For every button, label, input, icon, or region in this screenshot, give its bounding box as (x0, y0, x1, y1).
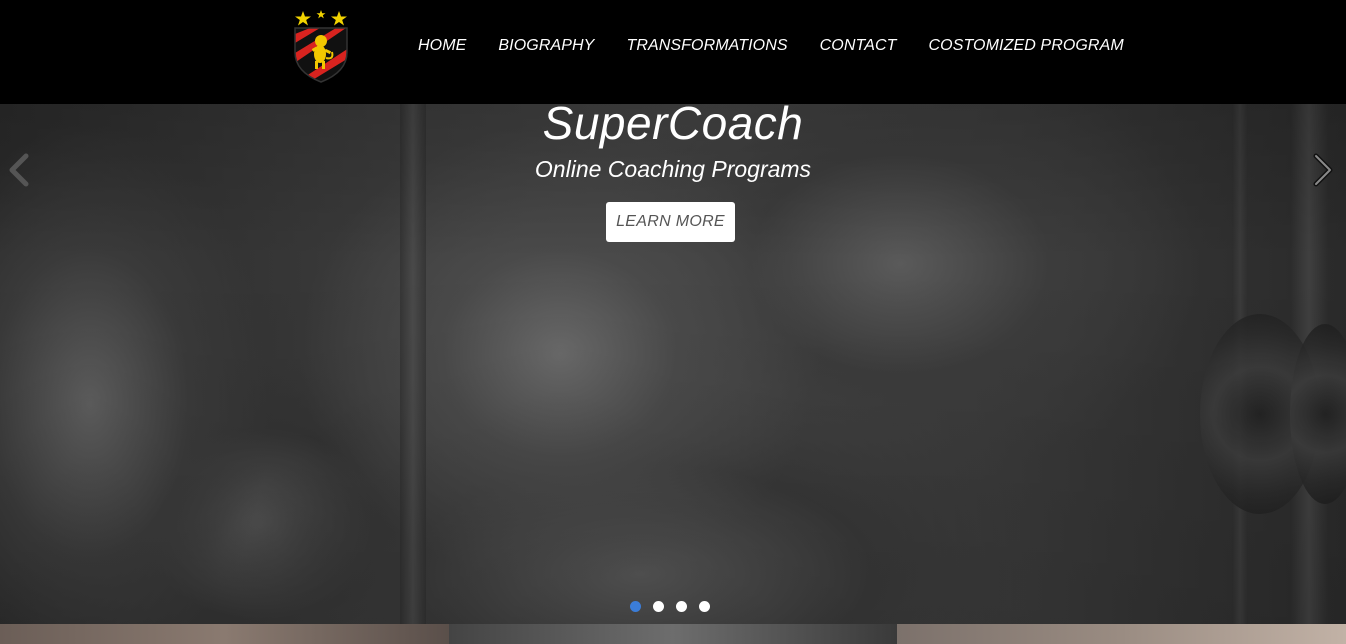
hero-carousel: SuperCoach Online Coaching Programs LEAR… (0, 104, 1346, 624)
learn-more-button[interactable]: LEARN MORE (606, 202, 735, 242)
star-icon (331, 11, 347, 26)
nav-home[interactable]: HOME (418, 37, 466, 55)
star-icon (295, 11, 311, 26)
crest-lion-logo-icon[interactable] (290, 8, 352, 84)
chevron-left-icon[interactable] (4, 150, 34, 190)
page: HOME BIOGRAPHY TRANSFORMATIONS CONTACT C… (0, 0, 1346, 644)
chevron-right-icon[interactable] (1308, 150, 1338, 190)
hero-title: SuperCoach (542, 104, 804, 149)
carousel-indicators (630, 601, 722, 612)
carousel-dot-1[interactable] (630, 601, 641, 612)
nav-transformations[interactable]: TRANSFORMATIONS (626, 37, 787, 55)
site-header: HOME BIOGRAPHY TRANSFORMATIONS CONTACT C… (0, 0, 1346, 104)
hero-subtitle: Online Coaching Programs (534, 156, 812, 182)
main-nav: HOME BIOGRAPHY TRANSFORMATIONS CONTACT C… (418, 35, 1124, 57)
carousel-dot-4[interactable] (699, 601, 710, 612)
nav-biography[interactable]: BIOGRAPHY (498, 37, 594, 55)
carousel-dot-2[interactable] (653, 601, 664, 612)
nav-customized-program[interactable]: COSTOMIZED PROGRAM (929, 37, 1124, 55)
gallery-image[interactable] (0, 624, 449, 644)
gallery-strip (0, 624, 1346, 644)
nav-contact[interactable]: CONTACT (820, 37, 897, 55)
star-icon (316, 10, 326, 19)
carousel-dot-3[interactable] (676, 601, 687, 612)
gallery-image[interactable] (897, 624, 1346, 644)
gallery-image[interactable] (448, 624, 898, 644)
